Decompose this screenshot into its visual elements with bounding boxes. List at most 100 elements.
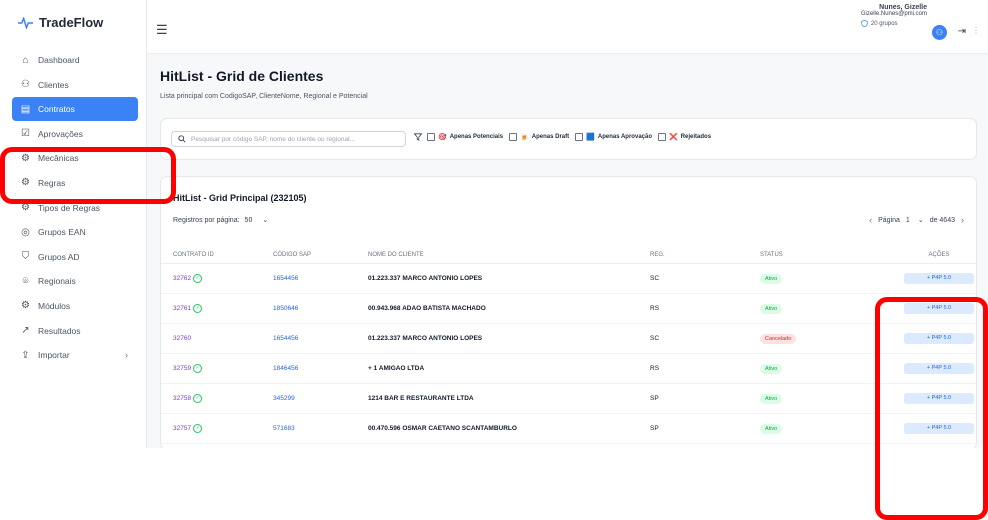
contract-id-link[interactable]: 32760	[173, 335, 191, 342]
app-logo[interactable]: TradeFlow	[18, 15, 103, 30]
sidebar-item-aprovacoes[interactable]: ☑ Aprovações	[12, 122, 138, 146]
sap-code-link[interactable]: 1850646	[273, 305, 298, 312]
column-header: REG.	[650, 247, 760, 264]
column-header: CÓDIGO SAP	[273, 247, 368, 264]
sidebar-item-resultados[interactable]: ↗ Resultados	[12, 319, 138, 343]
cell-client-name: 00.943.968 ADAO BATISTA MACHADO	[368, 293, 650, 324]
sidebar-item-clientes[interactable]: ⚇ Clientes	[12, 73, 138, 97]
sidebar-item-dashboard[interactable]: ⌂ Dashboard	[12, 48, 138, 72]
status-badge: Ativo	[760, 303, 783, 314]
shield-icon	[861, 20, 868, 27]
sidebar-item-contratos[interactable]: ▤ Contratos	[12, 97, 138, 122]
column-header: AÇÕES	[902, 247, 976, 264]
sidebar: TradeFlow ⌂ Dashboard ⚇ Clientes ▤ Contratos ☑…	[0, 0, 147, 448]
cell-client-name: 01.223.337 MARCO ANTONIO LOPES	[368, 263, 650, 294]
page-subtitle: Lista principal com CodigoSAP, ClienteNo…	[160, 93, 368, 100]
topbar: ☰ Nunes, Gizelle Gizelle.Nunes@pmi.com 2…	[147, 0, 988, 54]
status-badge: Ativo	[760, 273, 783, 284]
sidebar-item-grupos-ean[interactable]: ◎ Grupos EAN	[12, 220, 138, 244]
status-badge: Cancelado	[760, 333, 797, 344]
more-icon[interactable]: ⋮	[972, 26, 980, 35]
contract-id-link[interactable]: 32758	[173, 395, 191, 402]
sidebar-item-label: Aprovações	[38, 128, 83, 139]
sidebar-item-regionais[interactable]: ⌾ Regionais	[12, 269, 138, 293]
prev-page-icon[interactable]: ‹	[869, 215, 872, 225]
table-row: 32760 1654456 01.223.337 MARCO ANTONIO LOP…	[161, 323, 976, 354]
menu-icon[interactable]: ☰	[156, 22, 168, 38]
gear-icon: ⚙	[21, 300, 30, 312]
page-select[interactable]: 1 ⌄	[905, 216, 924, 225]
filter-checkbox[interactable]	[509, 133, 518, 141]
cell-client-name: 01.223.337 MARCO ANTONIO LOPES	[368, 323, 650, 354]
page-value: 1	[905, 216, 910, 224]
filter-checkbox[interactable]	[658, 133, 666, 141]
cell-region: SC	[650, 263, 760, 294]
user-info: Nunes, Gizelle Gizelle.Nunes@pmi.com 20 …	[861, 4, 927, 27]
filter-option[interactable]: ❌ Rejeitados	[658, 133, 711, 141]
client-name: 01.223.337 MARCO ANTONIO LOPES	[368, 335, 483, 342]
sap-code-link[interactable]: 571683	[273, 425, 295, 432]
user-email: Gizelle.Nunes@pmi.com	[860, 11, 927, 17]
cell-region: RS	[650, 353, 760, 384]
filter-label: Rejeitados	[680, 134, 712, 140]
filter-option[interactable]: 🟦 Apenas Aprovação	[575, 133, 652, 141]
filter-option[interactable]: 🍺 Apenas Draft	[509, 133, 569, 141]
search-input[interactable]	[191, 135, 396, 143]
sidebar-nav: ⌂ Dashboard ⚇ Clientes ▤ Contratos ☑ Aprovações…	[12, 48, 138, 368]
cell-sap: 571683	[273, 413, 368, 444]
filter-emoji-icon: ❌	[669, 134, 678, 141]
cell-contract-id: 32759 ✓	[161, 353, 273, 384]
filter-emoji-icon: 🟦	[586, 134, 595, 141]
app-name: TradeFlow	[39, 15, 104, 30]
sap-code-link[interactable]: 1846456	[273, 365, 298, 372]
filter-checkbox[interactable]	[427, 133, 435, 141]
p4p-action-button[interactable]: + P4P 5.0	[904, 273, 974, 284]
sap-code-link[interactable]: 1654456	[273, 335, 298, 342]
sidebar-item-label: Importar	[38, 350, 70, 361]
cell-region: SP	[650, 383, 760, 414]
filter-checkbox[interactable]	[575, 133, 584, 141]
pin-icon: ⌾	[22, 275, 29, 287]
contract-id-link[interactable]: 32761	[173, 305, 191, 312]
cell-client-name: + 1 AMIGAO LTDA	[368, 353, 650, 384]
rows-per-page: Registros por página: 50 ⌄	[173, 216, 269, 225]
filter-option[interactable]: 🎯 Apenas Potenciais	[427, 133, 503, 141]
cell-status: Ativo	[760, 263, 902, 294]
rows-per-page-select[interactable]: 50 ⌄	[245, 216, 269, 225]
user-groups[interactable]: 20 grupos	[861, 20, 927, 27]
sidebar-item-label: Contratos	[38, 104, 75, 115]
cell-sap: 345299	[273, 383, 368, 414]
trend-icon: ↗	[21, 325, 30, 337]
sidebar-item-modulos[interactable]: ⚙ Módulos	[12, 294, 138, 318]
filter-emoji-icon: 🍺	[520, 134, 529, 141]
contract-id-link[interactable]: 32759	[173, 365, 191, 372]
sidebar-item-label: Dashboard	[38, 55, 80, 65]
contract-id-link[interactable]: 32762	[173, 275, 191, 282]
sidebar-item-grupos-ad[interactable]: ⛉ Grupos AD	[12, 245, 138, 269]
filter-icon	[414, 133, 422, 141]
next-page-icon[interactable]: ›	[961, 215, 964, 225]
table-row: 32759 ✓ 1846456 + 1 AMIGAO LTDA RS Ativo + P4P…	[161, 353, 976, 384]
document-icon: ▤	[20, 103, 31, 115]
total-pages: de 4643	[929, 216, 955, 224]
sidebar-item-importar[interactable]: ⇪ Importar ›	[12, 343, 138, 367]
filter-label: Apenas Draft	[531, 134, 570, 140]
search-icon	[178, 135, 186, 143]
shield-icon: ⛉	[21, 251, 30, 263]
pulse-icon	[18, 16, 33, 29]
target-icon: ◎	[21, 226, 30, 238]
avatar[interactable]: ⚇	[932, 25, 947, 40]
cell-client-name: 00.470.596 OSMAR CAETANO SCANTAMBURLO	[368, 413, 650, 444]
filter-bar: 🎯Apenas Potenciais 🍺Apenas Draft 🟦Apenas A…	[160, 118, 977, 160]
highlight-box-actions	[875, 297, 988, 520]
table-row: 32758 ✓ 345299 1214 BAR E RESTAURANTE LTDA S…	[161, 383, 976, 414]
logout-icon[interactable]: ⇥	[958, 26, 966, 37]
user-groups-label: 20 grupos	[870, 20, 898, 27]
sap-code-link[interactable]: 345299	[273, 395, 295, 402]
contract-id-link[interactable]: 32757	[173, 425, 191, 432]
sidebar-item-label: Resultados	[38, 325, 81, 336]
sap-code-link[interactable]: 1654456	[273, 275, 298, 282]
status-badge: Ativo	[760, 393, 783, 404]
check-circle-icon: ✓	[193, 304, 203, 313]
cell-region: SP	[650, 413, 760, 444]
